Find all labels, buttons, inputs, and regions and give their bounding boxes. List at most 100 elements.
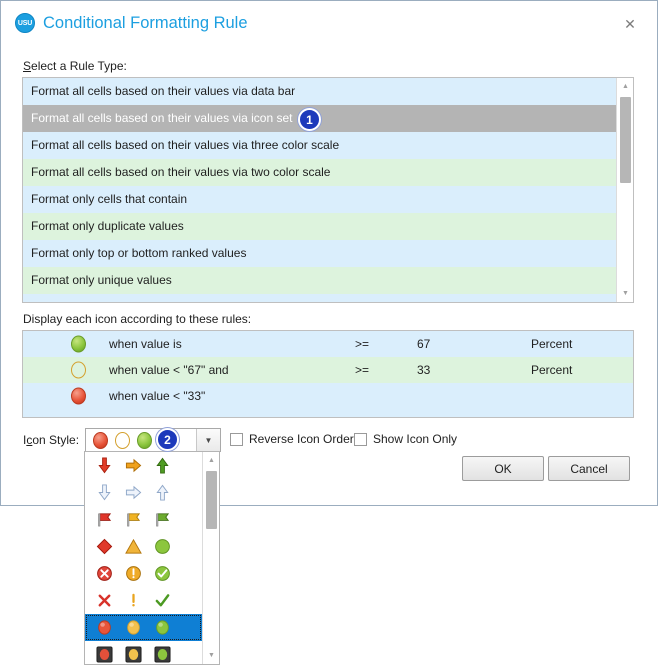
- rule-type-row-label: Format all cells based on their values v…: [31, 111, 293, 125]
- green-ball-icon[interactable]: [71, 335, 86, 353]
- icon-rule-value-type[interactable]: Percent: [531, 357, 572, 383]
- icon-rule-condition[interactable]: when value < "33": [109, 383, 205, 409]
- green-ball-icon: [137, 431, 152, 449]
- rule-type-row-label: Format all cells based on their values v…: [31, 165, 331, 179]
- rule-type-label-mnemonic: S: [23, 59, 32, 73]
- icon-set-option[interactable]: [85, 560, 202, 587]
- rule-type-row[interactable]: Format all cells based on their values v…: [23, 159, 616, 186]
- icon-rules-filler: [23, 409, 633, 417]
- rule-type-row-label: Format all cells based on their values v…: [31, 138, 340, 152]
- rule-type-list[interactable]: Format all cells based on their values v…: [22, 77, 634, 303]
- chevron-down-icon[interactable]: ▼: [196, 429, 220, 451]
- scroll-down-arrow-icon[interactable]: ▼: [617, 285, 633, 302]
- icon-rule-condition[interactable]: when value < "67" and: [109, 357, 229, 383]
- green-ball-boxed-icon: [153, 646, 171, 664]
- rule-type-row-label: Format only unique values: [31, 273, 172, 287]
- icon-set-option[interactable]: [85, 614, 202, 641]
- yellow-triangle-icon: [124, 538, 142, 556]
- icon-rule-condition[interactable]: when value is: [109, 331, 182, 357]
- reverse-icon-order-label: Reverse Icon Order: [249, 432, 354, 446]
- red-cross-circle-icon: [95, 565, 113, 583]
- yellow-ball-boxed-icon: [124, 646, 142, 664]
- rule-type-row[interactable]: Format only cells that contain: [23, 186, 616, 213]
- rule-type-row[interactable]: Format all cells based on their values v…: [23, 78, 616, 105]
- rule-type-row-label: Format only top or bottom ranked values: [31, 246, 247, 260]
- red-flag-icon: [95, 511, 113, 529]
- rule-type-list-filler: [23, 294, 616, 302]
- icon-rule-row[interactable]: when value < "33": [23, 383, 633, 409]
- rule-type-list-rows: Format all cells based on their values v…: [23, 78, 616, 302]
- reverse-icon-order-checkbox[interactable]: Reverse Icon Order: [230, 432, 354, 446]
- reverse-icon-order-box[interactable]: [230, 432, 243, 446]
- icon-set-option[interactable]: [85, 641, 202, 664]
- rule-type-row[interactable]: Format only duplicate values: [23, 213, 616, 240]
- rule-type-scrollbar[interactable]: ▲ ▼: [616, 78, 633, 302]
- icon-rule-value[interactable]: 33: [417, 357, 430, 383]
- icon-rule-operator[interactable]: >=: [355, 357, 369, 383]
- show-icon-only-box[interactable]: [354, 432, 367, 446]
- yellow-ball-icon-glyph: [71, 361, 86, 379]
- yellow-exclamation-circle-icon: [124, 565, 142, 583]
- yellow-exclamation-icon: [124, 592, 142, 610]
- yellow-ball-icon: [124, 619, 142, 637]
- icon-rule-operator[interactable]: >=: [355, 331, 369, 357]
- conditional-formatting-dialog: USU Conditional Formatting Rule ✕ Select…: [0, 0, 658, 506]
- icon-rule-value-type[interactable]: Percent: [531, 331, 572, 357]
- icon-style-combo[interactable]: ▼: [85, 428, 221, 452]
- green-circle-icon: [153, 538, 171, 556]
- yellow-ball-icon[interactable]: [71, 361, 86, 379]
- red-ball-icon[interactable]: [71, 387, 86, 405]
- rule-type-label-text: elect a Rule Type:: [31, 59, 127, 73]
- red-ball-icon-glyph: [71, 387, 86, 405]
- app-logo-icon: USU: [15, 13, 35, 33]
- green-check-circle-icon: [153, 565, 171, 583]
- rule-type-row[interactable]: Format all cells based on their values v…: [23, 132, 616, 159]
- dropdown-scroll-up-arrow-icon[interactable]: ▲: [203, 452, 219, 469]
- rule-type-label: Select a Rule Type:: [23, 59, 127, 73]
- rule-type-row[interactable]: Format only top or bottom ranked values: [23, 240, 616, 267]
- icon-style-dropdown[interactable]: ▲ ▼: [84, 451, 220, 665]
- icon-rule-value[interactable]: 67: [417, 331, 430, 357]
- rule-type-row-label: Format only cells that contain: [31, 192, 188, 206]
- red-ball-icon: [95, 619, 113, 637]
- icon-set-option[interactable]: [85, 479, 202, 506]
- callout-marker-1: 1: [298, 108, 321, 131]
- green-up-arrow-icon: [153, 457, 171, 475]
- icon-style-combo-display[interactable]: [86, 429, 196, 451]
- icon-rules-rows: when value is >= 67 Percent when value < "67…: [23, 331, 633, 409]
- icon-style-dropdown-rows: [85, 452, 202, 664]
- gray-right-arrow-icon: [124, 484, 142, 502]
- dropdown-scroll-thumb[interactable]: [206, 471, 217, 529]
- callout-marker-2: 2: [156, 428, 179, 451]
- rule-type-scroll-thumb[interactable]: [620, 97, 631, 183]
- icon-set-option[interactable]: [85, 587, 202, 614]
- dialog-titlebar: USU Conditional Formatting Rule: [1, 1, 657, 45]
- icon-set-option[interactable]: [85, 506, 202, 533]
- scroll-up-arrow-icon[interactable]: ▲: [617, 78, 633, 95]
- rule-type-row-label: Format all cells based on their values v…: [31, 84, 296, 98]
- close-icon[interactable]: ✕: [613, 11, 647, 37]
- icon-rule-row[interactable]: when value is >= 67 Percent: [23, 331, 633, 357]
- icon-rules-label: Display each icon according to these rul…: [23, 312, 252, 326]
- green-ball-icon: [153, 619, 171, 637]
- icon-style-dropdown-scrollbar[interactable]: ▲ ▼: [202, 452, 219, 664]
- dropdown-scroll-track[interactable]: [203, 469, 219, 647]
- cancel-button[interactable]: Cancel: [548, 456, 630, 481]
- show-icon-only-checkbox[interactable]: Show Icon Only: [354, 432, 457, 446]
- orange-right-arrow-icon: [124, 457, 142, 475]
- icon-rules-grid[interactable]: when value is >= 67 Percent when value < "67…: [22, 330, 634, 418]
- icon-rule-row[interactable]: when value < "67" and >= 33 Percent: [23, 357, 633, 383]
- rule-type-row[interactable]: Format only unique values: [23, 267, 616, 294]
- icon-set-option[interactable]: [85, 452, 202, 479]
- dropdown-scroll-down-arrow-icon[interactable]: ▼: [203, 647, 219, 664]
- red-down-arrow-icon: [95, 457, 113, 475]
- rule-type-scroll-track[interactable]: [617, 95, 633, 285]
- icon-set-option[interactable]: [85, 533, 202, 560]
- yellow-flag-icon: [124, 511, 142, 529]
- red-diamond-icon: [95, 538, 113, 556]
- ok-button[interactable]: OK: [462, 456, 544, 481]
- show-icon-only-label: Show Icon Only: [373, 432, 458, 446]
- rule-type-row-label: Format only duplicate values: [31, 219, 184, 233]
- screen: USU Conditional Formatting Rule ✕ Select…: [0, 0, 658, 668]
- green-ball-icon-glyph: [71, 335, 86, 353]
